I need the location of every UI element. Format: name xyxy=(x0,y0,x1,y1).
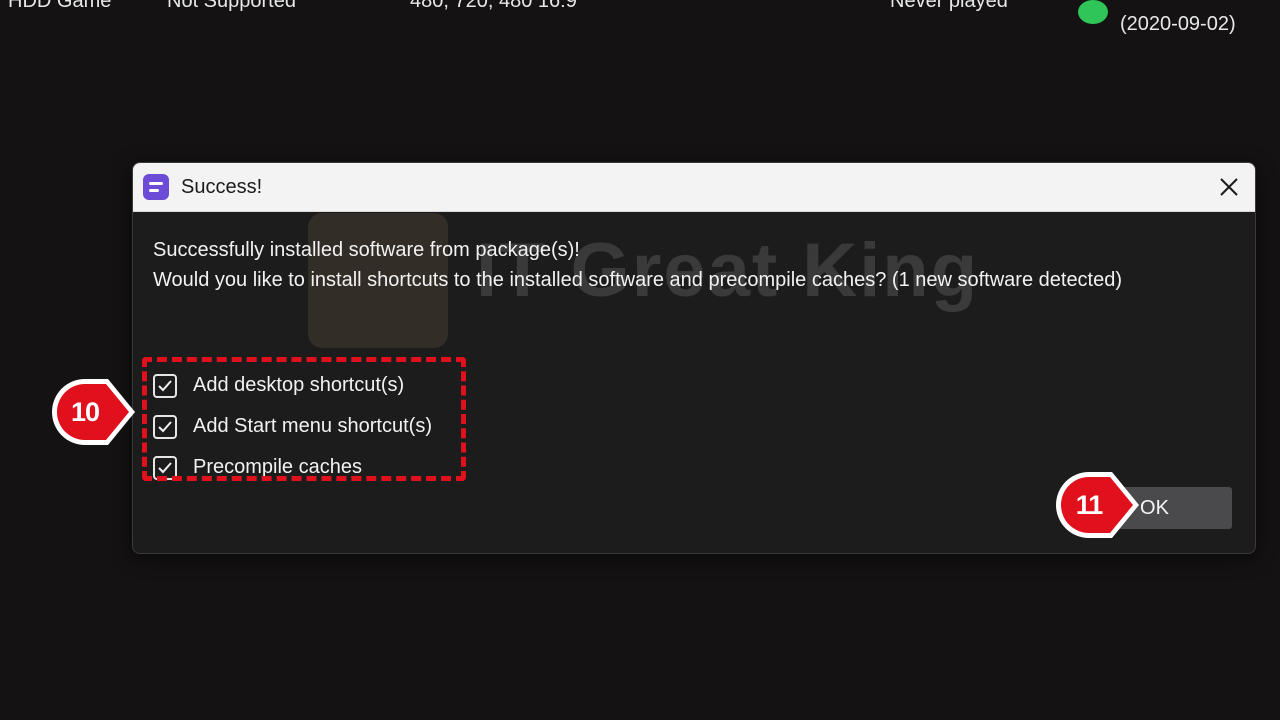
screen: HDD Game Not Supported 480, 720, 480 16:… xyxy=(0,0,1280,720)
dialog-title: Success! xyxy=(181,176,263,198)
step-marker-11: 11 xyxy=(1056,469,1142,541)
game-category: HDD Game xyxy=(8,0,112,12)
dialog-message: Successfully installed software from pac… xyxy=(153,235,1122,295)
compatibility-date: (2020-09-02) xyxy=(1120,13,1236,35)
close-icon xyxy=(1220,178,1238,196)
dialog-titlebar[interactable]: Success! xyxy=(133,163,1255,212)
step-marker-10: 10 xyxy=(52,376,138,448)
highlight-box xyxy=(142,357,466,481)
ok-button-label: OK xyxy=(1140,496,1169,519)
rpcs3-app-icon xyxy=(143,174,169,200)
game-support-status: Not Supported xyxy=(167,0,296,12)
message-line-1: Successfully installed software from pac… xyxy=(153,239,580,261)
compatibility-status-icon xyxy=(1078,0,1108,24)
game-last-played: Never played xyxy=(890,0,1008,12)
step-number: 11 xyxy=(1075,489,1104,520)
step-number: 10 xyxy=(70,396,100,427)
close-button[interactable] xyxy=(1209,167,1249,207)
game-resolution: 480, 720, 480 16:9 xyxy=(410,0,577,12)
message-line-2: Would you like to install shortcuts to t… xyxy=(153,269,1123,291)
